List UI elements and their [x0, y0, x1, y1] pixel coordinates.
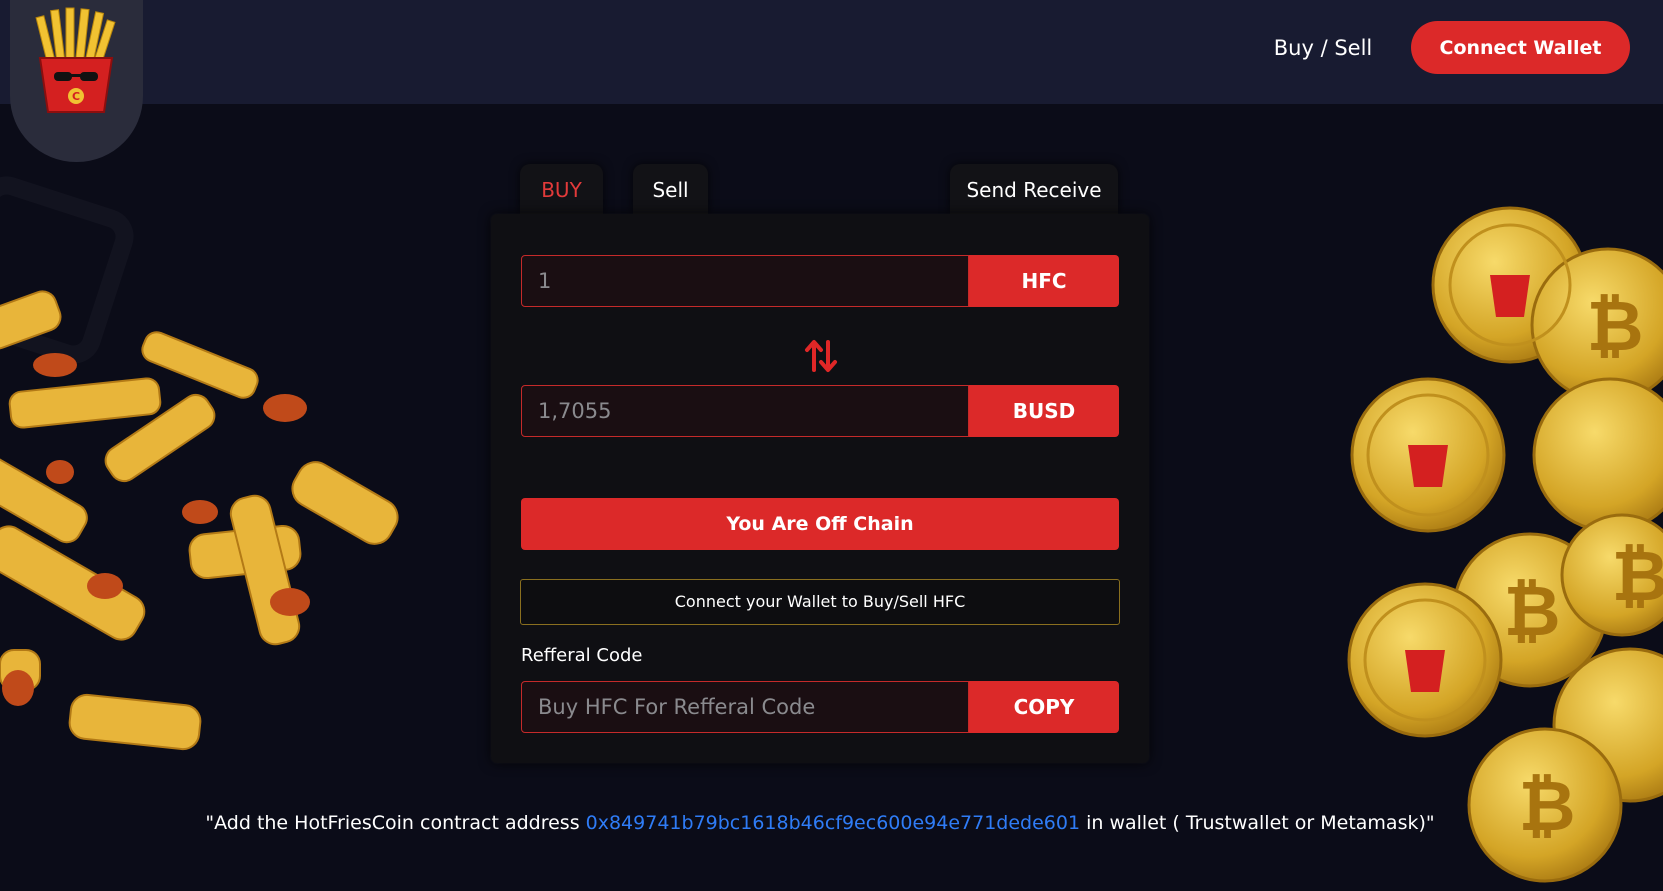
- coin-decoration-icon: ₿ ₿ ₿ ₿: [1347, 206, 1663, 883]
- connect-wallet-button[interactable]: Connect Wallet: [1411, 21, 1630, 74]
- token-from-button[interactable]: HFC: [969, 255, 1119, 307]
- token-to-button[interactable]: BUSD: [969, 385, 1119, 437]
- note-suffix: in wallet ( Trustwallet or Metamask)": [1080, 812, 1435, 834]
- nav-buy-sell-link[interactable]: Buy / Sell: [1268, 30, 1378, 66]
- off-chain-button[interactable]: You Are Off Chain: [521, 498, 1119, 550]
- contract-address-link[interactable]: 0x849741b79bc1618b46cf9ec600e94e771dede6…: [586, 812, 1080, 834]
- svg-text:₿: ₿: [1518, 765, 1575, 847]
- svg-text:C: C: [72, 90, 80, 103]
- logo[interactable]: C: [10, 0, 143, 162]
- copy-button[interactable]: COPY: [969, 681, 1119, 733]
- tab-send-receive[interactable]: Send Receive: [950, 164, 1118, 214]
- amount-from-input[interactable]: 1: [521, 255, 969, 307]
- swap-arrows-icon[interactable]: [804, 338, 838, 374]
- amount-to-input[interactable]: 1,7055: [521, 385, 969, 437]
- svg-text:₿: ₿: [1586, 285, 1643, 367]
- referral-code-input[interactable]: Buy HFC For Refferal Code: [521, 681, 969, 733]
- tab-sell[interactable]: Sell: [633, 164, 708, 214]
- note-prefix: "Add the HotFriesCoin contract address: [205, 812, 586, 834]
- referral-label: Refferal Code: [521, 645, 643, 666]
- svg-text:₿: ₿: [1503, 570, 1560, 652]
- contract-address-note: "Add the HotFriesCoin contract address 0…: [0, 812, 1640, 834]
- fries-logo-icon: C: [35, 7, 116, 113]
- fries-decoration-icon: [0, 290, 399, 751]
- connect-wallet-notice: Connect your Wallet to Buy/Sell HFC: [520, 579, 1120, 625]
- tab-buy[interactable]: BUY: [520, 164, 603, 214]
- svg-text:₿: ₿: [1611, 535, 1663, 617]
